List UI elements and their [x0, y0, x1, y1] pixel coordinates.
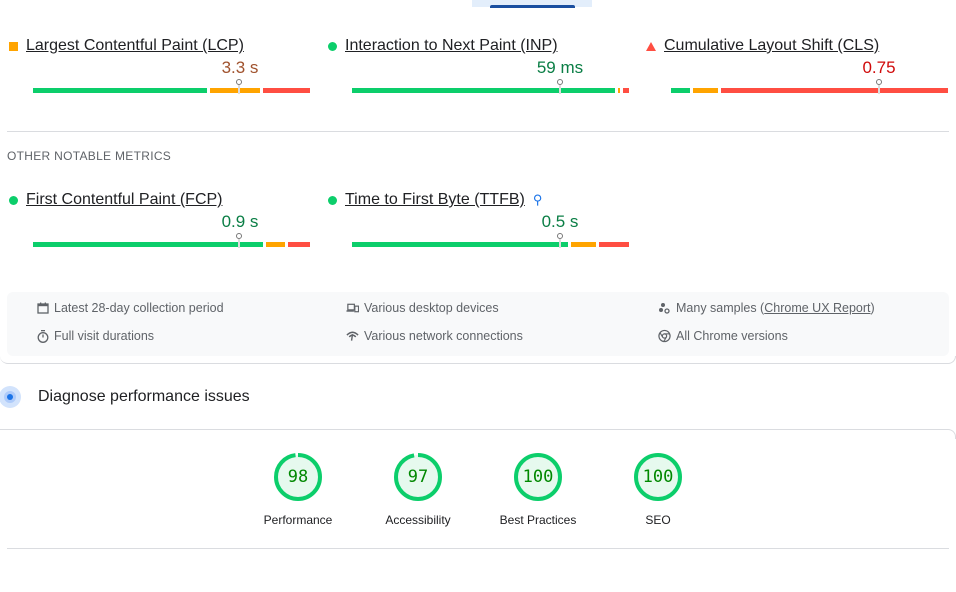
good-icon [326, 195, 338, 205]
metric-inp: Interaction to Next Paint (INP) 59 ms [326, 36, 629, 94]
metric-lcp: Largest Contentful Paint (LCP) 3.3 s [7, 36, 310, 94]
p75-marker [875, 79, 882, 94]
experimental-flask-icon[interactable]: ⚲ [533, 192, 543, 208]
segment-needs-improvement [693, 88, 718, 93]
active-tab-underline [490, 5, 575, 8]
segment-good [33, 242, 263, 247]
score-value: 100 [522, 467, 554, 487]
segment-poor [262, 88, 310, 93]
score-label: SEO [645, 513, 671, 527]
gauge-accessibility[interactable]: 97 Accessibility [358, 453, 478, 527]
samples-icon [658, 302, 671, 315]
segment-poor [287, 242, 310, 247]
metric-value: 0.75 [862, 58, 896, 77]
chrome-ux-report-link[interactable]: Chrome UX Report [764, 301, 870, 315]
needs-improvement-icon [7, 41, 19, 51]
card-border [0, 356, 956, 364]
calendar-icon [36, 302, 49, 315]
segment-good [352, 88, 615, 93]
diagnose-header: Diagnose performance issues [0, 386, 250, 408]
p75-marker [236, 233, 243, 248]
good-icon [7, 195, 19, 205]
distribution-bar [671, 79, 948, 94]
segment-good [33, 88, 208, 93]
timer-icon [36, 329, 49, 343]
metric-value: 59 ms [536, 58, 584, 77]
chrome-icon [658, 329, 671, 343]
score-label: Performance [263, 513, 333, 527]
score-ring: 100 [514, 453, 562, 501]
poor-icon [645, 41, 657, 51]
distribution-bar [352, 79, 629, 94]
segment-needs-improvement [570, 242, 596, 247]
segment-good [671, 88, 691, 93]
speedometer-icon [0, 386, 21, 408]
metric-name-link[interactable]: Cumulative Layout Shift (CLS) [664, 37, 879, 55]
segment-needs-improvement [210, 88, 260, 93]
good-icon [326, 41, 338, 51]
metric-fcp: First Contentful Paint (FCP) 0.9 s [7, 190, 310, 248]
collection-info-box: Latest 28-day collection period Various … [7, 292, 949, 356]
distribution-bar [352, 233, 629, 248]
segment-needs-improvement [265, 242, 285, 247]
score-ring: 97 [394, 453, 442, 501]
info-network: Various network connections [346, 329, 523, 343]
metric-name-link[interactable]: Interaction to Next Paint (INP) [345, 37, 558, 55]
info-visit-durations: Full visit durations [36, 329, 154, 343]
metric-value: 0.9 s [221, 212, 259, 231]
distribution-bar [33, 79, 310, 94]
info-devices: Various desktop devices [346, 301, 499, 315]
gauge-seo[interactable]: 100 SEO [598, 453, 718, 527]
segment-good [352, 242, 568, 247]
p75-marker [556, 233, 563, 248]
gauge-best-practices[interactable]: 100 Best Practices [478, 453, 598, 527]
metric-value: 3.3 s [221, 58, 259, 77]
segment-poor [598, 242, 629, 247]
divider [7, 548, 949, 549]
tab-indicator[interactable] [472, 0, 592, 8]
score-value: 98 [287, 467, 309, 487]
metric-name-link[interactable]: First Contentful Paint (FCP) [26, 191, 223, 209]
gauge-performance[interactable]: 98 Performance [238, 453, 358, 527]
score-ring: 98 [274, 453, 322, 501]
card-border [0, 429, 956, 439]
score-label: Accessibility [385, 513, 451, 527]
metric-value: 0.5 s [541, 212, 579, 231]
p75-marker [236, 79, 243, 94]
network-icon [346, 330, 359, 343]
metric-name-link[interactable]: Time to First Byte (TTFB) [345, 191, 525, 209]
section-title: OTHER NOTABLE METRICS [7, 149, 172, 163]
metric-name-link[interactable]: Largest Contentful Paint (LCP) [26, 37, 244, 55]
score-value: 100 [642, 467, 674, 487]
segment-poor [720, 88, 948, 93]
info-chrome-versions: All Chrome versions [658, 329, 788, 343]
segment-poor [623, 88, 629, 93]
diagnose-title: Diagnose performance issues [38, 388, 250, 405]
score-value: 97 [407, 467, 429, 487]
divider [7, 131, 949, 132]
segment-needs-improvement [617, 88, 621, 93]
score-ring: 100 [634, 453, 682, 501]
score-label: Best Practices [499, 513, 577, 527]
p75-marker [556, 79, 563, 94]
distribution-bar [33, 233, 310, 248]
metric-ttfb: Time to First Byte (TTFB) ⚲ 0.5 s [326, 190, 629, 248]
info-collection-period: Latest 28-day collection period [36, 301, 224, 315]
devices-icon [346, 302, 359, 315]
metric-cls: Cumulative Layout Shift (CLS) 0.75 [645, 36, 948, 94]
info-samples: Many samples (Chrome UX Report) [658, 301, 875, 315]
